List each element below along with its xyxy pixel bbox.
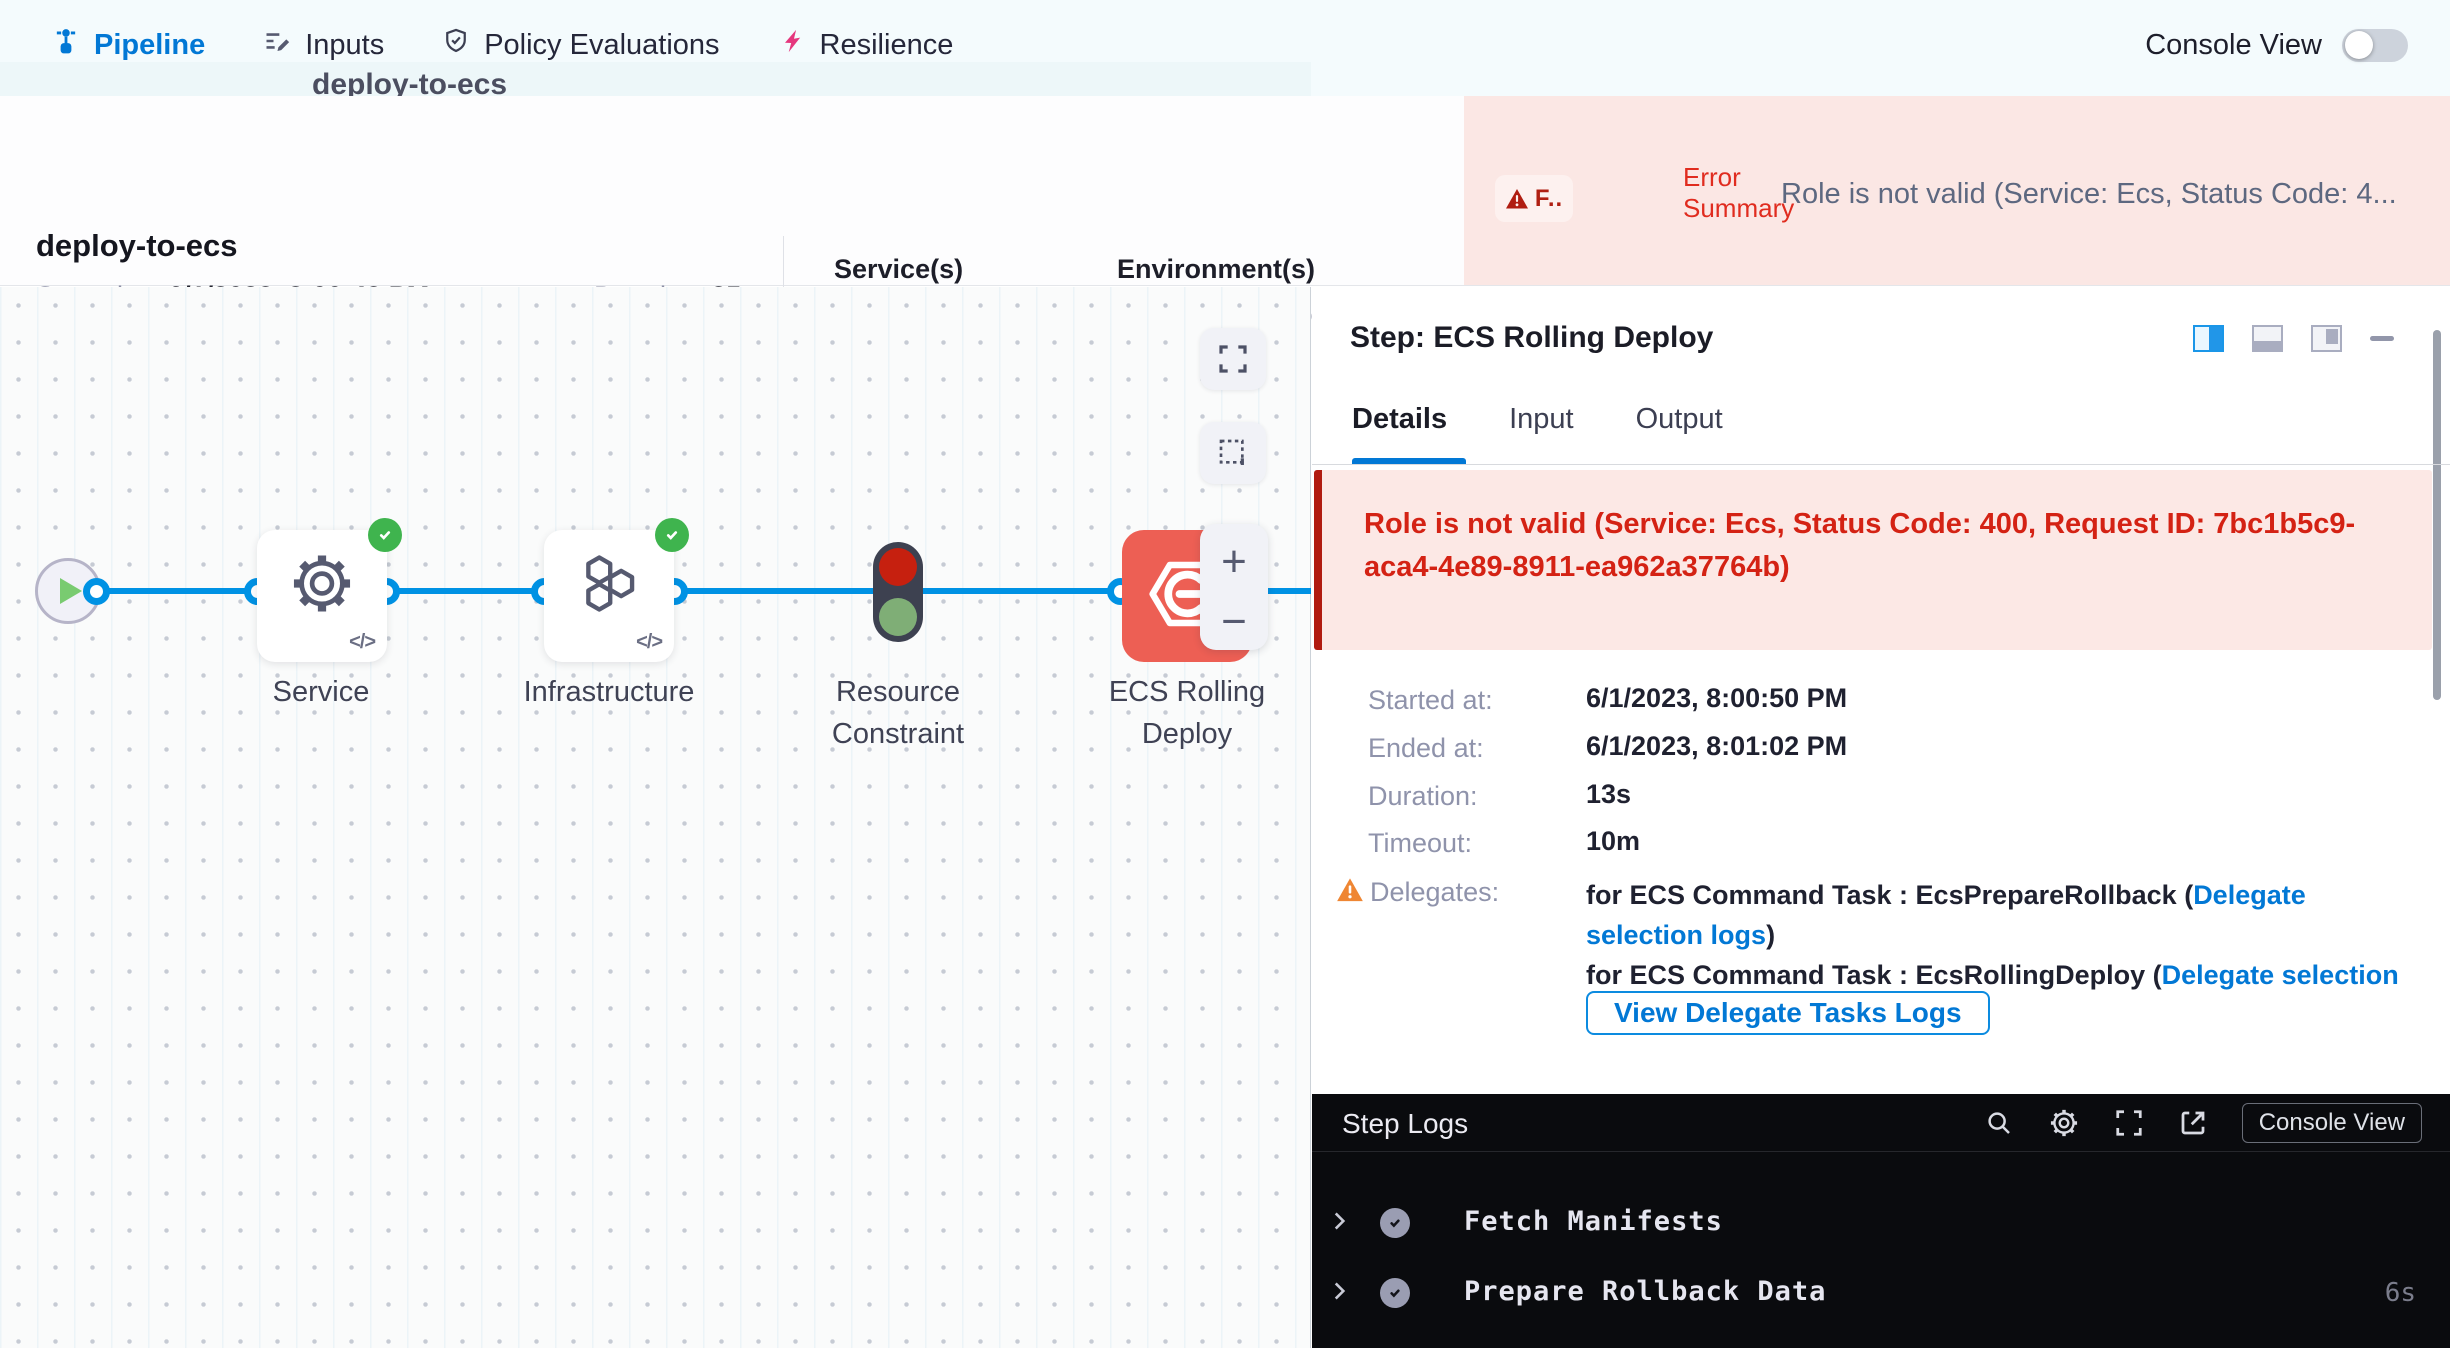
canvas-fullscreen-button[interactable]: [1200, 328, 1266, 390]
connector-port: [83, 578, 110, 605]
logs-console-view-button[interactable]: Console View: [2242, 1103, 2422, 1143]
tab-details[interactable]: Details: [1352, 403, 1447, 436]
code-icon[interactable]: </>: [349, 631, 375, 654]
tab-label: Inputs: [305, 29, 384, 62]
pipeline-canvas[interactable]: </> Service </> Infrastructure Resource …: [0, 287, 1311, 1348]
success-check-icon: [1380, 1278, 1410, 1308]
layout-bottom-split-button[interactable]: [2252, 325, 2283, 352]
started-at-value: 6/1/2023, 8:00:50 PM: [1586, 683, 1847, 714]
external-link-icon: [2178, 1108, 2208, 1138]
gear-icon: [2048, 1107, 2080, 1139]
traffic-green-light: [879, 598, 917, 636]
search-logs-button[interactable]: [1984, 1108, 2014, 1138]
tab-resilience[interactable]: Resilience: [778, 27, 954, 63]
resilience-icon: [778, 27, 806, 63]
code-icon[interactable]: </>: [636, 631, 662, 654]
warning-triangle-icon: [1505, 188, 1529, 210]
gear-icon: [289, 551, 355, 622]
logs-fullscreen-button[interactable]: [2114, 1108, 2144, 1138]
node-service[interactable]: </>: [257, 530, 387, 662]
clipped-pipeline-title: deploy-to-ecs: [312, 68, 507, 96]
delegate-task-1: for ECS Command Task : EcsPrepareRollbac…: [1586, 875, 2426, 955]
pipeline-icon: [52, 27, 80, 63]
started-at-label: Started at:: [1368, 685, 1493, 716]
step-error-banner: Role is not valid (Service: Ecs, Status …: [1314, 470, 2432, 650]
pipeline-execution-page: Pipeline Inputs Policy Evaluations Resil…: [0, 0, 2450, 1348]
tab-pipeline[interactable]: Pipeline: [52, 27, 205, 63]
ended-at-label: Ended at:: [1368, 733, 1484, 764]
tab-policy-evaluations[interactable]: Policy Evaluations: [442, 27, 719, 63]
shield-check-icon: [442, 27, 470, 63]
duration-label: Duration:: [1368, 781, 1478, 812]
error-summary-text: Role is not valid (Service: Ecs, Status …: [1781, 178, 2441, 211]
play-icon: [60, 578, 82, 604]
ended-at-value: 6/1/2023, 8:01:02 PM: [1586, 731, 1847, 762]
pipeline-name: deploy-to-ecs: [36, 228, 238, 264]
tab-inputs[interactable]: Inputs: [263, 27, 384, 63]
step-panel-title: Step: ECS Rolling Deploy: [1350, 321, 1713, 355]
delegates-label: Delegates:: [1370, 877, 1499, 908]
view-delegate-tasks-logs-button[interactable]: View Delegate Tasks Logs: [1586, 991, 1990, 1035]
tab-label: Policy Evaluations: [484, 29, 719, 62]
timeout-label: Timeout:: [1368, 828, 1472, 859]
node-resource-constraint[interactable]: [873, 542, 923, 642]
traffic-red-light: [879, 548, 917, 586]
duration-value: 13s: [1586, 779, 1631, 810]
execution-header: deploy-to-ecs Started at: 6/1/2023, 8:00…: [0, 96, 2450, 286]
step-logs-section: Step Logs Console View: [1312, 1094, 2450, 1348]
delegates-warning-icon: [1336, 877, 1364, 908]
panel-scrollbar[interactable]: [2433, 330, 2441, 700]
log-step-name: Prepare Rollback Data: [1464, 1276, 1826, 1307]
node-label-ecs-rolling-deploy: ECS Rolling Deploy: [1077, 671, 1297, 755]
tab-label: Resilience: [820, 29, 954, 62]
canvas-select-button[interactable]: [1200, 422, 1266, 484]
node-infrastructure[interactable]: </>: [544, 530, 674, 662]
fullscreen-icon: [1217, 343, 1249, 375]
success-check-icon: [1380, 1208, 1410, 1238]
fullscreen-icon: [2114, 1108, 2144, 1138]
tab-output[interactable]: Output: [1636, 403, 1723, 436]
success-check-icon: [368, 518, 402, 552]
step-logs-title: Step Logs: [1342, 1108, 1468, 1140]
top-nav: Pipeline Inputs Policy Evaluations Resil…: [0, 0, 2450, 96]
layout-right-split-button[interactable]: [2193, 325, 2224, 352]
open-logs-external-button[interactable]: [2178, 1108, 2208, 1138]
success-check-icon: [655, 518, 689, 552]
inputs-icon: [263, 27, 291, 63]
step-details-panel: Step: ECS Rolling Deploy Details Input O…: [1312, 287, 2450, 1348]
tabs-divider: [1312, 464, 2450, 465]
marquee-select-icon: [1217, 437, 1249, 469]
log-row-fetch-manifests[interactable]: Fetch Manifests: [1312, 1195, 2450, 1251]
console-view-toggle[interactable]: [2342, 29, 2408, 62]
timeout-value: 10m: [1586, 826, 1640, 857]
node-label-infrastructure: Infrastructure: [499, 671, 719, 713]
step-error-message: Role is not valid (Service: Ecs, Status …: [1364, 503, 2384, 589]
node-label-service: Service: [211, 671, 431, 713]
scrolled-content-strip: deploy-to-ecs: [0, 62, 1311, 96]
zoom-out-button[interactable]: −: [1200, 600, 1268, 644]
tab-label: Pipeline: [94, 29, 205, 62]
search-icon: [1984, 1108, 2014, 1138]
zoom-in-button[interactable]: +: [1200, 540, 1268, 584]
console-view-label: Console View: [2145, 29, 2322, 62]
node-label-resource-constraint: Resource Constraint: [788, 671, 1008, 755]
error-summary-strip: F.. Error Summary Role is not valid (Ser…: [1464, 96, 2450, 285]
zoom-controls: + −: [1200, 524, 1268, 650]
log-step-duration: 6s: [2385, 1278, 2416, 1308]
log-row-prepare-rollback-data[interactable]: Prepare Rollback Data 6s: [1312, 1265, 2450, 1321]
chevron-right-icon[interactable]: [1326, 1208, 1352, 1238]
hexagons-icon: [575, 550, 643, 623]
step-logs-header: Step Logs Console View: [1312, 1094, 2450, 1152]
minimize-panel-button[interactable]: [2370, 336, 2394, 341]
log-step-name: Fetch Manifests: [1464, 1206, 1723, 1237]
logs-settings-button[interactable]: [2048, 1107, 2080, 1139]
failed-status-badge: F..: [1495, 175, 1573, 222]
toggle-knob: [2345, 31, 2373, 59]
tab-input[interactable]: Input: [1509, 403, 1574, 436]
chevron-right-icon[interactable]: [1326, 1278, 1352, 1308]
layout-floating-button[interactable]: [2311, 325, 2342, 352]
